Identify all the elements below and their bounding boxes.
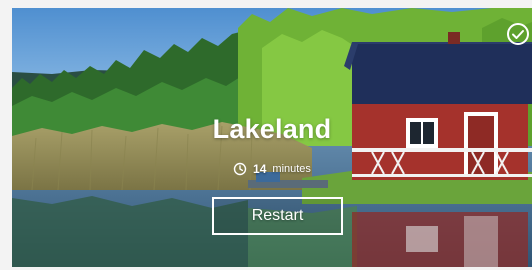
- tour-card[interactable]: Lakeland 14 minutes Restart: [12, 8, 532, 267]
- restart-button[interactable]: Restart: [212, 197, 343, 235]
- check-circle-icon: [506, 22, 530, 46]
